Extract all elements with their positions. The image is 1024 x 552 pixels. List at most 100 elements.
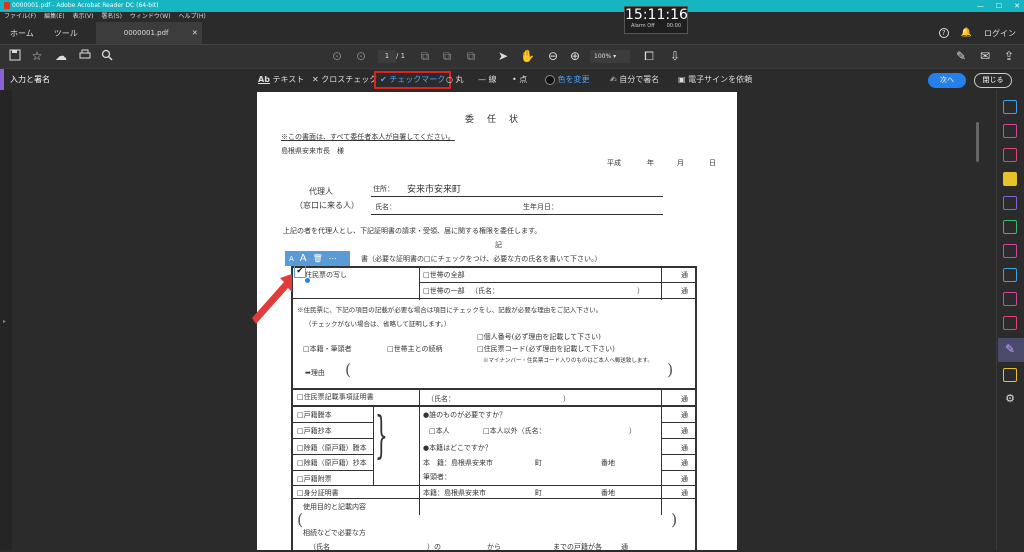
- edit-pdf-icon[interactable]: [1003, 196, 1017, 210]
- resize-handle[interactable]: [304, 277, 311, 284]
- dot-tool[interactable]: • 点: [512, 69, 527, 91]
- row1-divider: [419, 266, 420, 300]
- close-window-icon[interactable]: ✕: [1014, 0, 1020, 12]
- help-icon[interactable]: ?: [938, 28, 949, 38]
- menu-file[interactable]: ファイル(F): [4, 12, 36, 22]
- menu-sign[interactable]: 署名(S): [101, 12, 122, 22]
- export-pdf-icon[interactable]: [1003, 148, 1017, 162]
- resident-code-option: □住民票コード(必ず理由を記載して下さい): [477, 345, 615, 353]
- maximize-icon[interactable]: ☐: [996, 0, 1002, 12]
- text-tool[interactable]: Ab テキスト: [258, 69, 304, 91]
- comment-icon[interactable]: [1003, 172, 1017, 186]
- page-down-icon[interactable]: ⊙: [354, 49, 368, 63]
- search-icon[interactable]: [100, 49, 114, 63]
- delete-icon[interactable]: 🗑: [313, 254, 323, 263]
- tab-home[interactable]: ホーム: [0, 28, 44, 39]
- page-number-input[interactable]: 1: [378, 50, 396, 63]
- placed-checkmark[interactable]: ✔: [294, 265, 306, 278]
- page-up-icon[interactable]: ⊙: [330, 49, 344, 63]
- doc-heading: 委 任 状: [465, 115, 521, 125]
- purpose-bracket-right: ): [671, 510, 678, 529]
- close-tab-icon[interactable]: ✕: [192, 22, 198, 44]
- koseki-item-4: □除籍（原戸籍）抄本: [297, 459, 367, 467]
- tab-document[interactable]: 0000001.pdf ✕: [95, 22, 202, 44]
- view-mode-icon[interactable]: ⧠: [642, 49, 656, 63]
- tab-tools[interactable]: ツール: [44, 28, 88, 39]
- close-button[interactable]: 閉じる: [974, 73, 1012, 88]
- annotation-mini-toolbar: A A 🗑 ⋯: [285, 251, 350, 266]
- star-icon[interactable]: ☆: [30, 49, 44, 63]
- menu-edit[interactable]: 編集(E): [44, 12, 64, 22]
- sign-pen-icon[interactable]: ✎: [954, 49, 968, 63]
- mail-icon[interactable]: ✉: [978, 49, 992, 63]
- certificate-icon[interactable]: [1003, 368, 1017, 382]
- count-line-2: [661, 438, 697, 439]
- delegation-text: 上記の者を代理人とし、下記証明書の請求・受領、届に関する権限を委任します。: [283, 227, 542, 235]
- row1-all: □世帯の全部: [423, 271, 465, 279]
- share-icon[interactable]: ⇪: [1002, 49, 1016, 63]
- self-sign-icon: ✍: [610, 75, 617, 84]
- reason-bracket-left: (: [345, 360, 352, 379]
- fit-page-icon[interactable]: ⧉: [418, 49, 432, 63]
- fill-sign-tool-active[interactable]: ✎: [998, 338, 1024, 362]
- inherit-count: 通: [621, 543, 628, 551]
- reason-text: 理由: [310, 369, 325, 377]
- minimize-icon[interactable]: —: [977, 0, 984, 12]
- next-button[interactable]: 次へ: [928, 73, 966, 88]
- combine-files-icon[interactable]: [1003, 124, 1017, 138]
- hand-icon[interactable]: ✋: [520, 49, 535, 63]
- address-label: 住所：: [373, 185, 394, 193]
- circle-icon: ○: [446, 75, 453, 84]
- table-right: [695, 266, 697, 550]
- upload-cloud-icon[interactable]: ☁: [54, 49, 68, 63]
- scroll-icon[interactable]: ⇩: [668, 49, 682, 63]
- select-cursor-icon[interactable]: ➤: [496, 49, 510, 63]
- self-sign-tool[interactable]: ✍ 自分で署名: [610, 69, 659, 91]
- text-tool-label: テキスト: [272, 75, 305, 84]
- print-icon[interactable]: [78, 49, 92, 63]
- scroll-mode-icon[interactable]: ⧉: [464, 49, 478, 63]
- more-tools-icon[interactable]: ⚙: [1003, 392, 1017, 406]
- save-icon[interactable]: [8, 49, 22, 63]
- organize-pages-icon[interactable]: [1003, 220, 1017, 234]
- login-button[interactable]: ログイン: [984, 28, 1016, 39]
- title-bar: 0000001.pdf - Adobe Acrobat Reader DC (6…: [0, 0, 1024, 12]
- row1-label: 住民票の写し: [305, 271, 347, 279]
- kisai-close: ）: [563, 395, 570, 403]
- kisai-count-divider: [661, 388, 662, 406]
- kisai-jiko-label: □住民票記載事項証明書: [297, 393, 374, 401]
- more-options-icon[interactable]: ⋯: [329, 254, 337, 263]
- left-panel-toggle[interactable]: ▸: [0, 90, 12, 550]
- two-page-icon[interactable]: ⧉: [440, 49, 454, 63]
- circle-tool[interactable]: ○ 丸: [446, 69, 464, 91]
- menu-view[interactable]: 表示(V): [73, 12, 94, 22]
- cross-check-tool[interactable]: ✕ クロスチェック: [312, 69, 377, 91]
- line-tool[interactable]: — 線: [478, 69, 497, 91]
- decrease-size-icon[interactable]: A: [289, 255, 294, 263]
- compress-pdf-icon[interactable]: [1003, 316, 1017, 330]
- inherit-label: 相続などで必要な方: [303, 529, 366, 537]
- menu-window[interactable]: ウィンドウ(W): [130, 12, 171, 22]
- request-esign-tool[interactable]: ▣ 電子サインを依頼: [678, 69, 752, 91]
- bell-icon[interactable]: 🔔: [961, 28, 972, 38]
- scan-ocr-icon[interactable]: [1003, 268, 1017, 282]
- juminhyo-note1: ※住民票に、下記の項目の記載が必要な場合は項目にチェックをし、記載が必要な理由を…: [297, 306, 603, 314]
- name-label: 氏名：: [375, 203, 396, 211]
- pdf-page[interactable]: 委 任 状 ※この書面は、すべて委任者本人が自署してください。 島根県安来市長 …: [257, 92, 737, 551]
- protect-icon[interactable]: [1003, 292, 1017, 306]
- count-line-3: [661, 454, 697, 455]
- honseki-town: 町: [535, 459, 542, 467]
- koseki-col-divider: [373, 405, 374, 485]
- vertical-scrollbar[interactable]: [976, 122, 979, 162]
- change-color-tool[interactable]: 色を変更: [545, 69, 590, 91]
- menu-help[interactable]: ヘルプ(H): [179, 12, 206, 22]
- redact-icon[interactable]: [1003, 244, 1017, 258]
- checkmark-tool[interactable]: ✔ チェックマーク: [374, 71, 452, 89]
- increase-size-icon[interactable]: A: [300, 253, 307, 264]
- create-pdf-icon[interactable]: [1003, 100, 1017, 114]
- zoom-select[interactable]: 100% ▾: [590, 50, 630, 63]
- dot-icon: •: [512, 75, 517, 84]
- expand-left-icon[interactable]: ▸: [3, 318, 6, 325]
- zoom-in-icon[interactable]: ⊕: [568, 49, 582, 63]
- zoom-out-icon[interactable]: ⊖: [546, 49, 560, 63]
